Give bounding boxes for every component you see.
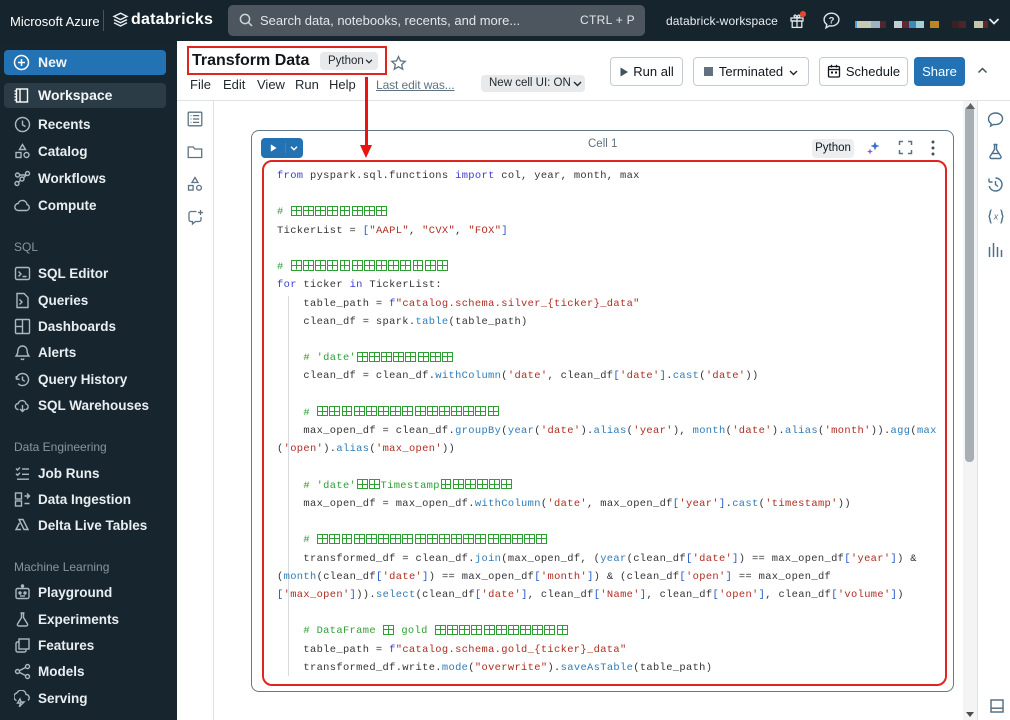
svg-text:?: ? [829, 15, 835, 26]
svg-text:x: x [993, 212, 999, 222]
